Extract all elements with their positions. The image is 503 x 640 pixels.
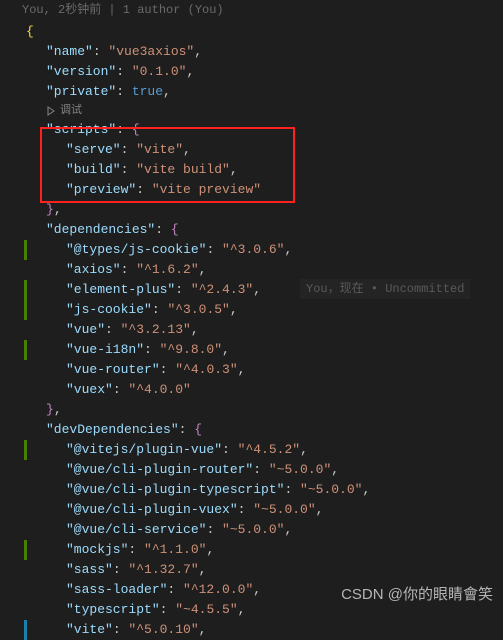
code-line[interactable]: "build": "vite build", <box>18 160 503 180</box>
code-line[interactable]: "name": "vue3axios", <box>18 42 503 62</box>
code-line[interactable]: }, <box>18 200 503 220</box>
code-line[interactable]: "sass": "^1.32.7", <box>18 560 503 580</box>
blame-annotation: You, 2秒钟前 | 1 author (You) <box>18 0 503 22</box>
git-added-indicator <box>24 300 27 320</box>
code-line[interactable]: "@types/js-cookie": "^3.0.6", <box>18 240 503 260</box>
code-line[interactable]: "mockjs": "^1.1.0", <box>18 540 503 560</box>
code-line[interactable]: "axios": "^1.6.2", <box>18 260 503 280</box>
code-line[interactable]: "preview": "vite preview" <box>18 180 503 200</box>
git-added-indicator <box>24 280 27 300</box>
git-added-indicator <box>24 240 27 260</box>
code-line[interactable]: "vue-i18n": "^9.8.0", <box>18 340 503 360</box>
code-line[interactable]: "dependencies": { <box>18 220 503 240</box>
code-line[interactable]: "devDependencies": { <box>18 420 503 440</box>
code-line[interactable]: "@vue/cli-plugin-router": "~5.0.0", <box>18 460 503 480</box>
code-line[interactable]: "vue-router": "^4.0.3", <box>18 360 503 380</box>
git-added-indicator <box>24 540 27 560</box>
play-icon <box>46 106 56 116</box>
code-line[interactable]: "vite": "^5.0.10", <box>18 620 503 640</box>
code-line[interactable]: "serve": "vite", <box>18 140 503 160</box>
inline-blame: You，现在 • Uncommitted <box>300 279 470 299</box>
git-modified-indicator <box>24 620 27 640</box>
code-line[interactable]: { <box>18 22 503 42</box>
code-line[interactable]: "@vue/cli-plugin-typescript": "~5.0.0", <box>18 480 503 500</box>
code-line[interactable]: "@vue/cli-plugin-vuex": "~5.0.0", <box>18 500 503 520</box>
code-line[interactable]: "@vitejs/plugin-vue": "^4.5.2", <box>18 440 503 460</box>
code-line[interactable]: "@vue/cli-service": "~5.0.0", <box>18 520 503 540</box>
code-line[interactable]: "private": true, <box>18 82 503 102</box>
git-added-indicator <box>24 340 27 360</box>
code-editor[interactable]: You, 2秒钟前 | 1 author (You) { "name": "vu… <box>0 0 503 640</box>
code-line[interactable]: "version": "0.1.0", <box>18 62 503 82</box>
code-line[interactable]: }, <box>18 400 503 420</box>
watermark: CSDN @你的眼睛會笑 <box>341 585 493 605</box>
code-line[interactable]: "vue": "^3.2.13", <box>18 320 503 340</box>
codelens-debug[interactable]: 调试 <box>18 102 503 120</box>
git-added-indicator <box>24 440 27 460</box>
code-line[interactable]: "js-cookie": "^3.0.5", <box>18 300 503 320</box>
code-line[interactable]: "scripts": { <box>18 120 503 140</box>
code-line[interactable]: "vuex": "^4.0.0" <box>18 380 503 400</box>
